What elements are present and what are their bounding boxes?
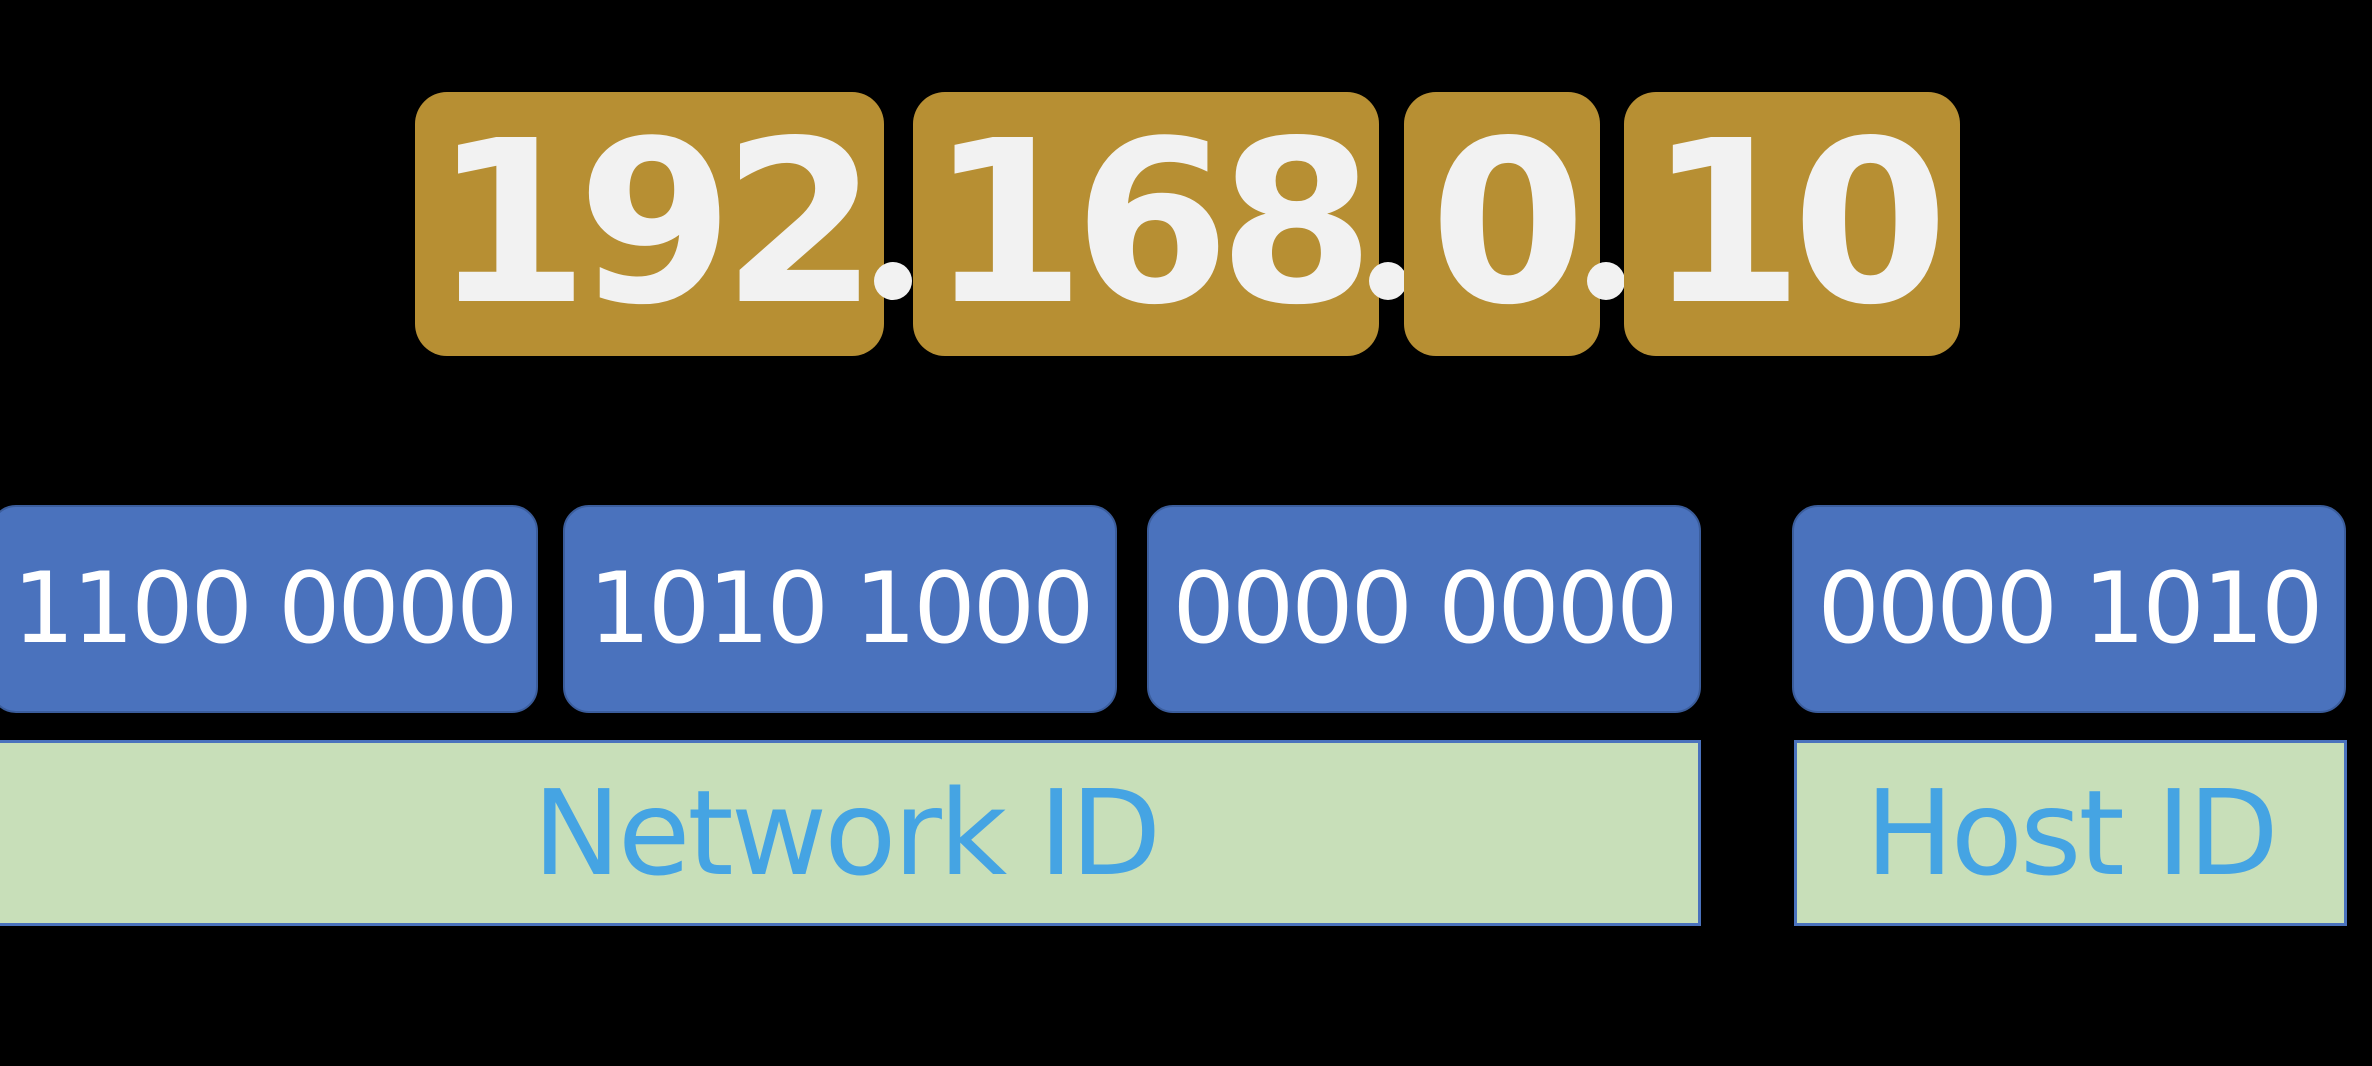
octet-separator-dot — [1369, 262, 1407, 300]
octet-separator-dot — [1587, 262, 1625, 300]
binary-octet-4: 0000 1010 — [1792, 505, 2346, 713]
binary-octet-2: 1010 1000 — [563, 505, 1117, 713]
network-id-label: Network ID — [0, 740, 1701, 926]
ip-octet-1: 192 — [415, 92, 884, 356]
ip-octet-3: 0 — [1404, 92, 1600, 356]
ip-octet-4: 10 — [1624, 92, 1960, 356]
host-id-label: Host ID — [1794, 740, 2347, 926]
binary-octet-3: 0000 0000 — [1147, 505, 1701, 713]
octet-separator-dot — [874, 262, 912, 300]
ip-octet-2: 168 — [913, 92, 1379, 356]
binary-octet-1: 1100 0000 — [0, 505, 538, 713]
